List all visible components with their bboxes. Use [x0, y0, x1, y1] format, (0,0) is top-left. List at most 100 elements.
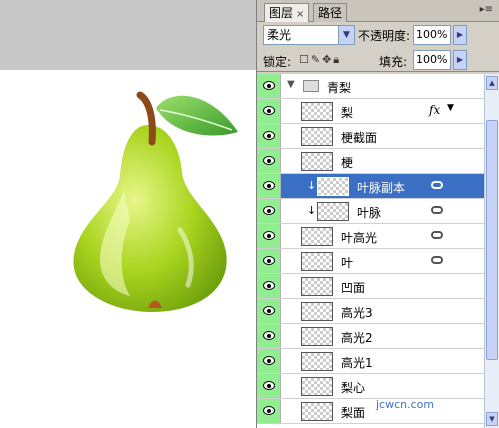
link-icon[interactable] [431, 256, 443, 264]
blend-mode-select[interactable]: 柔光 ▼ [263, 25, 355, 45]
link-icon[interactable] [431, 231, 443, 239]
eye-icon[interactable] [263, 156, 275, 165]
layer-row[interactable]: 叶高光 [257, 224, 485, 249]
scroll-down-icon[interactable]: ▼ [486, 412, 498, 426]
layer-name: 梨 [341, 106, 354, 120]
fx-icon[interactable]: fx [429, 103, 440, 117]
layer-row[interactable]: 梗截面 [257, 124, 485, 149]
link-icon[interactable] [431, 206, 443, 214]
layer-name: 高光2 [341, 331, 373, 345]
chevron-down-icon[interactable]: ▼ [338, 26, 354, 44]
canvas-background [0, 0, 256, 70]
panel-menu-icon[interactable]: ▸≡ [480, 4, 493, 15]
eye-icon[interactable] [263, 381, 275, 390]
opacity-slider-arrow-icon[interactable]: ▶ [453, 25, 467, 45]
layer-thumbnail [301, 127, 333, 146]
layer-thumbnail [301, 227, 333, 246]
layer-thumbnail [301, 327, 333, 346]
visibility-toggle[interactable] [257, 199, 281, 223]
layer-name: 梗截面 [341, 131, 378, 145]
tab-paths[interactable]: 路径 [313, 3, 348, 22]
eye-icon[interactable] [263, 281, 275, 290]
visibility-toggle[interactable] [257, 274, 281, 298]
layer-row[interactable]: 凹面 [257, 274, 485, 299]
layer-name: 叶 [341, 256, 354, 270]
expand-arrow-icon[interactable]: ▼ [287, 79, 295, 90]
eye-icon[interactable] [263, 131, 275, 140]
eye-icon[interactable] [263, 356, 275, 365]
folder-icon [303, 80, 319, 92]
pear-illustration [73, 91, 238, 312]
layer-row[interactable]: ↓ 叶脉 [257, 199, 485, 224]
visibility-toggle[interactable] [257, 174, 281, 198]
panel-tabbar: 图层 × 路径 ▸≡ [257, 0, 499, 22]
layer-row[interactable]: 梨面 [257, 399, 485, 424]
eye-icon[interactable] [263, 331, 275, 340]
layer-thumbnail [301, 277, 333, 296]
layer-thumbnail [301, 377, 333, 396]
fill-field[interactable]: 100% [413, 50, 451, 70]
layer-row[interactable]: 高光3 [257, 299, 485, 324]
visibility-toggle[interactable] [257, 99, 281, 123]
eye-icon[interactable] [263, 206, 275, 215]
visibility-toggle[interactable] [257, 224, 281, 248]
layer-row[interactable]: 梨 fx ▼ [257, 99, 485, 124]
layer-row[interactable]: 梗 [257, 149, 485, 174]
lock-label: 锁定: [263, 55, 292, 69]
layers-list: ▼ 青梨 梨 fx ▼ 梗截面 梗 ↓ 叶脉副本 ↓ 叶脉 叶高光 叶 凹面 高… [257, 74, 485, 428]
eye-icon[interactable] [263, 181, 275, 190]
layer-name: 高光3 [341, 306, 373, 320]
layer-name: 梨面 [341, 406, 366, 420]
eye-icon[interactable] [263, 106, 275, 115]
layer-row[interactable]: 梨心 [257, 374, 485, 399]
visibility-toggle[interactable] [257, 349, 281, 373]
layer-group-row[interactable]: ▼ 青梨 [257, 74, 485, 99]
layer-row[interactable]: 叶 [257, 249, 485, 274]
layer-row[interactable]: 高光1 [257, 349, 485, 374]
scroll-thumb[interactable] [486, 120, 498, 360]
layer-thumbnail [317, 177, 349, 196]
layer-thumbnail [317, 202, 349, 221]
chevron-down-icon[interactable]: ▼ [447, 103, 454, 113]
layer-name: 梗 [341, 156, 354, 170]
close-icon[interactable]: × [296, 9, 304, 20]
eye-icon[interactable] [263, 231, 275, 240]
clip-arrow-icon: ↓ [307, 179, 317, 192]
visibility-toggle[interactable] [257, 124, 281, 148]
visibility-toggle[interactable] [257, 149, 281, 173]
visibility-toggle[interactable] [257, 299, 281, 323]
visibility-toggle[interactable] [257, 399, 281, 423]
eye-icon[interactable] [263, 306, 275, 315]
visibility-toggle[interactable] [257, 374, 281, 398]
layer-row-selected[interactable]: ↓ 叶脉副本 [257, 174, 485, 199]
lock-icons[interactable]: ☐✎✥🔒︎ [299, 53, 341, 67]
layer-thumbnail [301, 302, 333, 321]
layer-row[interactable]: 高光2 [257, 324, 485, 349]
eye-icon[interactable] [263, 406, 275, 415]
layer-thumbnail [301, 352, 333, 371]
blend-opacity-row: 柔光 ▼ 不透明度: 100% ▶ [257, 22, 499, 48]
blend-mode-value: 柔光 [267, 28, 292, 42]
layer-name: 叶脉 [357, 206, 382, 220]
visibility-toggle[interactable] [257, 249, 281, 273]
fill-label: 填充: [379, 55, 408, 69]
opacity-field[interactable]: 100% [413, 25, 451, 45]
opacity-label: 不透明度: [358, 29, 411, 43]
layers-scrollbar[interactable]: ▲ ▼ [484, 74, 499, 428]
link-icon[interactable] [431, 181, 443, 189]
layer-thumbnail [301, 102, 333, 121]
layer-name: 叶高光 [341, 231, 378, 245]
layer-name: 梨心 [341, 381, 366, 395]
layer-thumbnail [301, 252, 333, 271]
eye-icon[interactable] [263, 256, 275, 265]
clip-arrow-icon: ↓ [307, 204, 317, 217]
tab-layers[interactable]: 图层 × [264, 3, 310, 22]
eye-icon[interactable] [263, 81, 275, 90]
layer-name: 叶脉副本 [357, 181, 406, 195]
visibility-toggle[interactable] [257, 324, 281, 348]
fill-slider-arrow-icon[interactable]: ▶ [453, 50, 467, 70]
watermark-text: jcwcn.com [376, 398, 435, 411]
scroll-up-icon[interactable]: ▲ [486, 76, 498, 90]
layer-name: 高光1 [341, 356, 373, 370]
visibility-toggle[interactable] [257, 74, 281, 98]
